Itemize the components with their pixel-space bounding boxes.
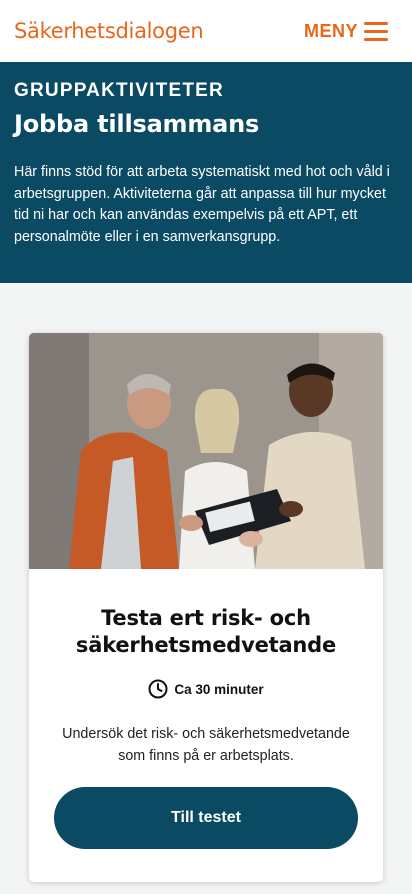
activity-card: Testa ert risk- och säkerhetsmedvetande … bbox=[29, 333, 383, 882]
clock-icon bbox=[148, 679, 168, 699]
card-photo bbox=[29, 333, 383, 569]
page-title: Jobba tillsammans bbox=[14, 110, 260, 138]
card-description: Undersök det risk- och säkerhetsmedvetan… bbox=[62, 726, 350, 764]
duration-row: Ca 30 minuter bbox=[49, 679, 363, 699]
menu-label: MENY bbox=[303, 20, 358, 41]
start-test-button[interactable]: Till testet bbox=[54, 787, 358, 849]
site-logo[interactable]: Säkerhetsdialogen bbox=[14, 19, 204, 43]
hamburger-icon bbox=[364, 21, 388, 41]
duration-label: Ca 30 minuter bbox=[174, 681, 264, 697]
hero-section: GRUPPAKTIVITETER Jobba tillsammans Här f… bbox=[0, 62, 412, 283]
card-body: Testa ert risk- och säkerhetsmedvetande … bbox=[29, 569, 383, 849]
site-header: Säkerhetsdialogen MENY bbox=[0, 0, 412, 62]
card-title: Testa ert risk- och säkerhetsmedvetande bbox=[75, 606, 337, 657]
menu-button[interactable]: MENY bbox=[304, 21, 388, 42]
hero-description: Här finns stöd för att arbeta systematis… bbox=[14, 164, 390, 245]
photo-illustration bbox=[29, 333, 383, 569]
section-eyebrow: GRUPPAKTIVITETER bbox=[14, 80, 224, 101]
